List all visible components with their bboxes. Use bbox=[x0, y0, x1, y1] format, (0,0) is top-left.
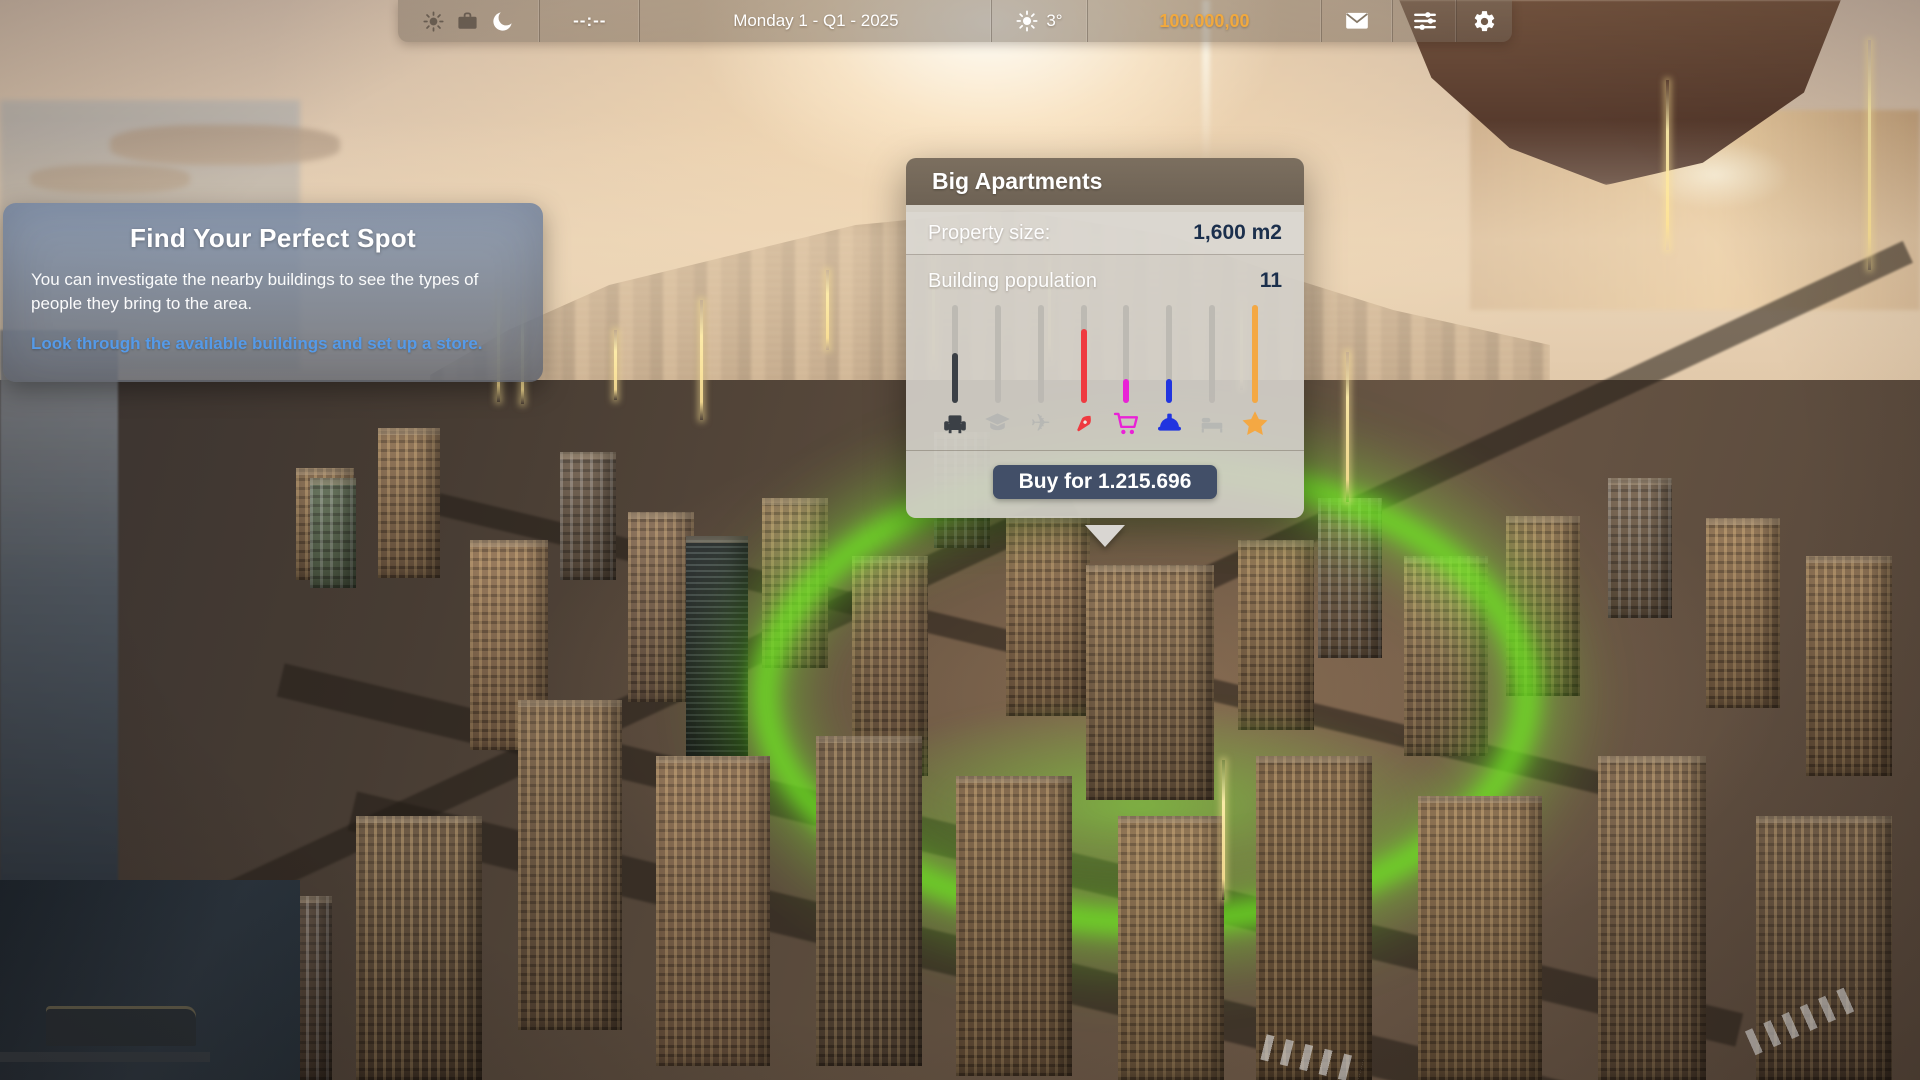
buy-button[interactable]: Buy for 1.215.696 bbox=[993, 465, 1218, 499]
mail-button[interactable] bbox=[1321, 0, 1392, 42]
bar-fill bbox=[952, 353, 958, 403]
property-panel-title: Big Apartments bbox=[906, 158, 1304, 205]
airplane-icon: ✈ bbox=[1031, 410, 1051, 437]
weather-section: 3° bbox=[991, 0, 1086, 42]
bar-track bbox=[1166, 305, 1172, 403]
property-size-row: Property size: 1,600 m2 bbox=[906, 212, 1304, 255]
buy-row: Buy for 1.215.696 bbox=[906, 465, 1304, 499]
bar-track bbox=[1252, 305, 1258, 403]
daycycle-indicator bbox=[398, 0, 539, 42]
tutorial-body: You can investigate the nearby buildings… bbox=[31, 268, 515, 316]
tutorial-link[interactable]: Look through the available buildings and… bbox=[31, 334, 515, 354]
money-display: 100.000,00 bbox=[1159, 11, 1249, 32]
date-display: Monday 1 - Q1 - 2025 bbox=[733, 11, 898, 31]
clock-section: --:-- bbox=[539, 0, 639, 42]
mail-icon bbox=[1344, 8, 1370, 34]
bar-fill bbox=[1081, 329, 1087, 403]
gear-icon bbox=[1472, 9, 1497, 34]
property-size-label: Property size: bbox=[928, 222, 1050, 245]
temperature-display: 3° bbox=[1046, 11, 1062, 31]
bar-fill bbox=[1123, 379, 1129, 404]
date-section: Monday 1 - Q1 - 2025 bbox=[639, 0, 991, 42]
population-bar-travelers: ✈ bbox=[1026, 305, 1056, 437]
bar-track bbox=[995, 305, 1001, 403]
bed-icon bbox=[1199, 410, 1225, 437]
work-briefcase-icon bbox=[456, 10, 479, 33]
population-row: Building population 11 bbox=[906, 267, 1304, 295]
population-bar-students bbox=[983, 305, 1013, 437]
hard-hat-icon bbox=[1156, 410, 1183, 437]
armchair-icon bbox=[942, 410, 968, 437]
game-viewport[interactable]: --:-- Monday 1 - Q1 - 2025 3° 100.000,00 bbox=[0, 0, 1920, 1080]
night-moon-icon bbox=[491, 9, 515, 33]
population-value: 11 bbox=[1260, 269, 1282, 293]
topbar: --:-- Monday 1 - Q1 - 2025 3° 100.000,00 bbox=[398, 0, 1512, 42]
graduation-cap-icon bbox=[984, 410, 1011, 437]
bar-track bbox=[1209, 305, 1215, 403]
population-bar-shoppers bbox=[1111, 305, 1141, 437]
population-bar-lodging bbox=[1197, 305, 1227, 437]
tutorial-title: Find Your Perfect Spot bbox=[3, 223, 543, 254]
bar-fill bbox=[1252, 305, 1258, 403]
bar-fill bbox=[1166, 379, 1172, 404]
sliders-icon bbox=[1412, 8, 1438, 34]
panel-pointer-arrow bbox=[1085, 525, 1125, 547]
tutorial-panel: Find Your Perfect Spot You can investiga… bbox=[3, 203, 543, 382]
shopping-cart-icon bbox=[1113, 410, 1140, 437]
star-icon bbox=[1240, 410, 1270, 437]
population-bar-attractiveness bbox=[1240, 305, 1270, 437]
gear-button[interactable] bbox=[1456, 0, 1512, 42]
bar-track bbox=[1038, 305, 1044, 403]
property-panel: Big Apartments Property size: 1,600 m2 B… bbox=[906, 158, 1304, 518]
population-bar-builders bbox=[1154, 305, 1184, 437]
clock-display: --:-- bbox=[573, 11, 606, 31]
bar-track bbox=[1123, 305, 1129, 403]
population-bars: ✈ bbox=[906, 295, 1304, 437]
money-section: 100.000,00 bbox=[1087, 0, 1322, 42]
pen-icon bbox=[1066, 405, 1102, 441]
weather-sun-icon bbox=[1016, 10, 1038, 32]
bar-track bbox=[1081, 305, 1087, 403]
day-sun-icon bbox=[423, 11, 444, 32]
population-label: Building population bbox=[928, 270, 1097, 293]
settings-sliders-button[interactable] bbox=[1392, 0, 1457, 42]
property-size-value: 1,600 m2 bbox=[1193, 221, 1282, 245]
population-bar-residents bbox=[940, 305, 970, 437]
divider bbox=[906, 450, 1304, 451]
bar-track bbox=[952, 305, 958, 403]
population-bar-creatives bbox=[1069, 305, 1099, 437]
